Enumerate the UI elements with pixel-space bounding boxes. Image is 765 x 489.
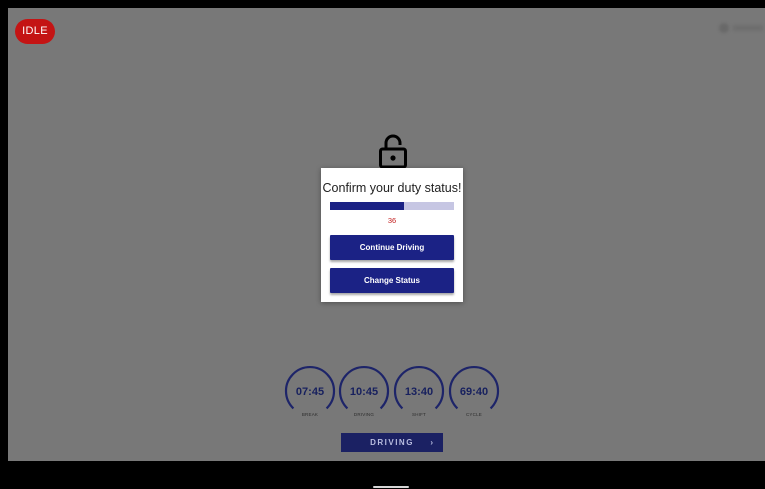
continue-driving-button[interactable]: Continue Driving: [330, 235, 454, 260]
signal-icon: [719, 23, 729, 33]
gauge-shift: 13:40 SHIFT: [393, 365, 445, 427]
countdown-progress-fill: [330, 202, 405, 210]
dialog-title: Confirm your duty status!: [322, 181, 462, 195]
gauge-time: 69:40: [459, 386, 489, 398]
home-indicator[interactable]: [373, 486, 409, 488]
gauge-break: 07:45 BREAK: [284, 365, 336, 427]
gauge-driving: 10:45 DRIVING: [338, 365, 390, 427]
device-frame-top: [0, 0, 765, 8]
chevron-right-icon: ›: [430, 438, 433, 447]
change-status-button[interactable]: Change Status: [330, 268, 454, 293]
system-nav-bar: [0, 461, 765, 489]
gauge-time: 07:45: [295, 386, 325, 398]
gauge-label: SHIFT: [412, 412, 426, 417]
gauge-label: CYCLE: [465, 412, 482, 417]
app-screen: IDLE 07:45 BREAK 10:45 DRIVING 13:40 SHI…: [8, 8, 765, 461]
blurred-bar: [733, 25, 763, 31]
countdown-seconds: 36: [387, 216, 397, 225]
gauge-label: DRIVING: [353, 412, 375, 417]
duty-status-label: DRIVING: [370, 438, 414, 447]
status-badge[interactable]: IDLE: [15, 19, 55, 44]
blurred-indicator: [719, 21, 763, 35]
gauge-time: 10:45: [349, 386, 379, 398]
gauge-time: 13:40: [404, 386, 434, 398]
gauge-label: BREAK: [301, 412, 319, 417]
duty-status-button[interactable]: DRIVING ›: [341, 433, 443, 452]
confirm-duty-dialog: Confirm your duty status! 36 Continue Dr…: [321, 168, 463, 302]
gauge-cycle: 69:40 CYCLE: [448, 365, 500, 427]
countdown-progress-bar: [330, 202, 454, 210]
lock-open-icon: [379, 134, 407, 168]
